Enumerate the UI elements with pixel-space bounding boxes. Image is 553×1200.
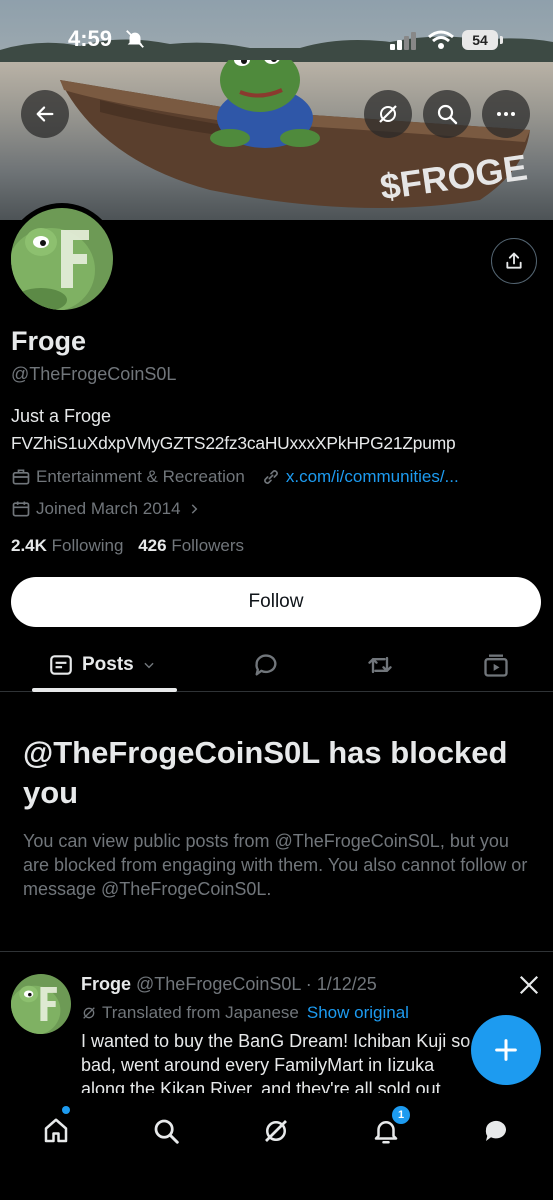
home-icon (44, 1118, 68, 1143)
wifi-icon (428, 30, 454, 49)
tab-posts[interactable]: Posts (48, 650, 156, 680)
post-header: Froge @TheFrogeCoinS0L · 1/12/25 (81, 974, 377, 995)
home-unread-dot (62, 1106, 70, 1114)
grok-button[interactable] (364, 90, 412, 138)
post-author[interactable]: Froge (81, 974, 131, 994)
search-icon (437, 104, 458, 125)
following-link[interactable]: 2.4K Following (11, 536, 123, 555)
bottom-nav: 1 (0, 1093, 553, 1200)
grok-icon (265, 1120, 287, 1142)
grok-small-icon (83, 1007, 95, 1019)
posts-icon (50, 655, 72, 675)
chevron-right-icon (187, 502, 201, 516)
translation-row: Translated from Japanese Show original (81, 1003, 409, 1023)
follow-stats: 2.4K Following 426 Followers (11, 536, 244, 556)
compose-button[interactable] (471, 1015, 541, 1085)
chat-bubble-icon (485, 1120, 506, 1141)
following-label: Following (51, 536, 124, 555)
profile-avatar[interactable] (6, 203, 118, 315)
grok-icon (379, 105, 397, 123)
silent-bell-icon (126, 30, 144, 48)
divider (0, 951, 553, 952)
profile-bio-line2: FVZhiS1uXdxpVMyGZTS22fz3caHUxxxXPkHPG21Z… (11, 433, 456, 453)
profile-tabs: Posts (0, 640, 553, 692)
profile-name: Froge (11, 326, 87, 356)
search-button[interactable] (423, 90, 471, 138)
profile-category: Entertainment & Recreation (36, 467, 245, 486)
tab-media[interactable] (482, 650, 510, 680)
status-bar: 4:59 54 (0, 0, 553, 64)
profile-link[interactable]: x.com/i/communities/... (286, 467, 459, 487)
post-avatar-image (11, 974, 71, 1034)
cell-signal-icon (390, 32, 416, 50)
profile-meta-row: Entertainment & Recreation x.com/i/commu… (11, 467, 459, 487)
tab-posts-label: Posts (82, 654, 134, 675)
notification-badge: 1 (392, 1106, 410, 1124)
avatar-image (11, 208, 113, 310)
media-icon (484, 654, 508, 677)
profile-handle: @TheFrogeCoinS0L (11, 364, 177, 384)
repost-icon (368, 656, 392, 674)
post-text[interactable]: I wanted to buy the BanG Dream! Ichiban … (81, 1029, 481, 1093)
nav-grok[interactable] (254, 1109, 298, 1153)
tab-replies[interactable] (252, 650, 280, 680)
following-count: 2.4K (11, 536, 47, 555)
followers-link[interactable]: 426 Followers (138, 536, 244, 555)
battery-indicator: 54 (462, 30, 498, 50)
chevron-down-icon (144, 662, 154, 669)
profile-bio-line1: Just a Froge (11, 406, 112, 426)
translated-label: Translated from Japanese (102, 1003, 299, 1022)
share-icon (506, 252, 522, 269)
share-button[interactable] (491, 238, 537, 284)
more-dots-icon (497, 112, 515, 116)
nav-messages[interactable] (474, 1109, 518, 1153)
briefcase-icon (11, 467, 31, 487)
calendar-icon (11, 499, 31, 519)
battery-tip (500, 36, 503, 44)
show-original-link[interactable]: Show original (307, 1003, 409, 1023)
banner-boat-image: $FROGE (60, 60, 530, 208)
more-options-button[interactable] (482, 90, 530, 138)
arrow-left-icon (36, 106, 54, 122)
nav-home[interactable] (34, 1109, 78, 1153)
active-tab-indicator (32, 688, 177, 692)
profile-joined-row[interactable]: Joined March 2014 (11, 499, 206, 519)
plus-icon (495, 1039, 517, 1061)
blocked-body: You can view public posts from @TheFroge… (23, 831, 528, 899)
link-icon (261, 467, 281, 487)
followers-label: Followers (171, 536, 245, 555)
followers-count: 426 (138, 536, 167, 555)
status-time: 4:59 (68, 26, 113, 51)
back-button[interactable] (21, 90, 69, 138)
post-avatar[interactable] (11, 974, 71, 1034)
reply-bubble-icon (255, 654, 277, 676)
search-icon (154, 1119, 179, 1144)
blocked-title: @TheFrogeCoinS0L has blocked you (23, 735, 508, 810)
profile-joined: Joined March 2014 (36, 499, 181, 518)
nav-search[interactable] (144, 1109, 188, 1153)
tab-reposts[interactable] (366, 650, 394, 680)
follow-button[interactable]: Follow (11, 577, 541, 627)
x-logo-icon[interactable] (518, 974, 540, 996)
post-handle-date: @TheFrogeCoinS0L · 1/12/25 (136, 974, 377, 994)
